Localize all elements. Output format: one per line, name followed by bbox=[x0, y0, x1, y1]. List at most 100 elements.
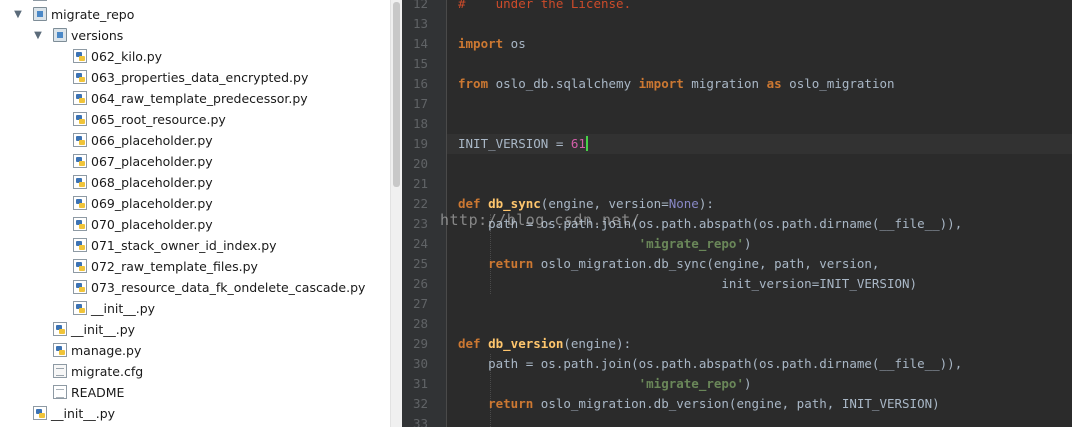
line-number: 29 bbox=[412, 336, 428, 351]
code-line-31[interactable]: 'migrate_repo') bbox=[458, 374, 752, 394]
python-file-icon bbox=[73, 259, 87, 273]
tree-file[interactable]: manage.py bbox=[0, 340, 390, 361]
line-number: 19 bbox=[412, 136, 428, 151]
code-text: ): bbox=[698, 196, 714, 211]
function-name: db_version bbox=[488, 336, 564, 351]
folder-icon bbox=[33, 7, 47, 21]
line-number: 31 bbox=[412, 376, 428, 391]
tree-file[interactable]: 070_placeholder.py bbox=[0, 214, 390, 235]
keyword: from bbox=[458, 76, 489, 91]
keyword: import bbox=[458, 36, 504, 51]
code-line-29[interactable]: def db_version(engine): bbox=[458, 334, 631, 354]
code-line-12[interactable]: # under the License. bbox=[458, 0, 631, 14]
line-number: 30 bbox=[412, 356, 428, 371]
tree-file[interactable]: __init__.py bbox=[0, 403, 390, 424]
code-text: oslo_migration.db_sync(engine, path, ver… bbox=[533, 256, 880, 271]
line-number: 22 bbox=[412, 196, 428, 211]
tree-folder-migrate-repo[interactable]: ▼ migrate_repo bbox=[0, 4, 390, 25]
tree-file[interactable]: 066_placeholder.py bbox=[0, 130, 390, 151]
line-number: 25 bbox=[412, 256, 428, 271]
line-number: 33 bbox=[412, 416, 428, 427]
code-text: init_version=INIT_VERSION) bbox=[458, 276, 918, 291]
keyword: def bbox=[458, 336, 481, 351]
line-number: 18 bbox=[412, 116, 428, 131]
code-text: os bbox=[503, 36, 526, 51]
code-line-16[interactable]: from oslo_db.sqlalchemy import migration… bbox=[458, 74, 895, 94]
keyword: as bbox=[766, 76, 782, 91]
tree-file[interactable]: 071_stack_owner_id_index.py bbox=[0, 235, 390, 256]
tree-file[interactable]: README bbox=[0, 382, 390, 403]
python-file-icon bbox=[33, 0, 47, 1]
scrollbar-thumb[interactable] bbox=[393, 2, 400, 187]
line-number: 23 bbox=[412, 216, 428, 231]
line-number: 24 bbox=[412, 236, 428, 251]
code-text: (engine, version= bbox=[540, 196, 669, 211]
tree-file[interactable]: 069_placeholder.py bbox=[0, 193, 390, 214]
tree-item-label: migrate.cfg bbox=[71, 364, 144, 379]
code-text: oslo_db.sqlalchemy bbox=[488, 76, 639, 91]
code-text: ) bbox=[743, 236, 752, 251]
tree-file[interactable]: __init__.py bbox=[0, 319, 390, 340]
tree-item-label: 073_resource_data_fk_ondelete_cascade.py bbox=[91, 280, 366, 295]
tree-item-label: migrate_repo bbox=[51, 7, 135, 22]
tree-file[interactable]: 062_kilo.py bbox=[0, 46, 390, 67]
tree-file[interactable]: __init__.py bbox=[0, 298, 390, 319]
keyword: return bbox=[488, 256, 534, 271]
tree-folder-versions[interactable]: ▼ versions bbox=[0, 25, 390, 46]
line-number: 15 bbox=[412, 56, 428, 71]
tree-item-label: 066_placeholder.py bbox=[91, 133, 213, 148]
tree-item-label: 069_placeholder.py bbox=[91, 196, 213, 211]
line-number: 12 bbox=[412, 0, 428, 11]
code-line-30[interactable]: path = os.path.join(os.path.abspath(os.p… bbox=[458, 354, 962, 374]
tree-item-label: 070_placeholder.py bbox=[91, 217, 213, 232]
code-line-26[interactable]: init_version=INIT_VERSION) bbox=[458, 274, 917, 294]
chevron-down-icon[interactable]: ▼ bbox=[12, 4, 24, 25]
comment-text: # under the License. bbox=[458, 0, 632, 11]
tree-item-label: 071_stack_owner_id_index.py bbox=[91, 238, 277, 253]
line-number: 21 bbox=[412, 176, 428, 191]
line-number: 32 bbox=[412, 396, 428, 411]
python-file-icon bbox=[73, 91, 87, 105]
line-number: 20 bbox=[412, 156, 428, 171]
tree-file[interactable]: 068_placeholder.py bbox=[0, 172, 390, 193]
code-text: ) bbox=[743, 376, 752, 391]
code-line-32[interactable]: return oslo_migration.db_version(engine,… bbox=[458, 394, 940, 414]
tree-file[interactable]: 067_placeholder.py bbox=[0, 151, 390, 172]
chevron-down-icon[interactable]: ▼ bbox=[32, 25, 44, 46]
code-line-14[interactable]: import os bbox=[458, 34, 526, 54]
code-line-24[interactable]: 'migrate_repo') bbox=[458, 234, 752, 254]
keyword: import bbox=[638, 76, 684, 91]
tree-item-label: 068_placeholder.py bbox=[91, 175, 213, 190]
tree-item-label: __init__.py bbox=[51, 406, 116, 421]
code-text: oslo_migration.db_version(engine, path, … bbox=[533, 396, 940, 411]
tree-file[interactable]: 072_raw_template_files.py bbox=[0, 256, 390, 277]
python-file-icon bbox=[53, 322, 67, 336]
code-text: (engine): bbox=[563, 336, 632, 351]
number-literal: 61 bbox=[570, 136, 586, 151]
code-line-25[interactable]: return oslo_migration.db_sync(engine, pa… bbox=[458, 254, 879, 274]
code-line-19[interactable]: INIT_VERSION = 61 bbox=[458, 134, 588, 154]
python-file-icon bbox=[73, 196, 87, 210]
tree-item-label: 072_raw_template_files.py bbox=[91, 259, 258, 274]
code-text: INIT_VERSION = bbox=[458, 136, 571, 151]
tree-file[interactable]: 065_root_resource.py bbox=[0, 109, 390, 130]
string-literal: 'migrate_repo' bbox=[638, 236, 744, 251]
tree-item-label: __init__.py bbox=[71, 322, 136, 337]
python-file-icon bbox=[33, 406, 47, 420]
code-text: path = os.path.join(os.path.abspath(os.p… bbox=[458, 356, 963, 371]
python-file-icon bbox=[73, 154, 87, 168]
tree-file[interactable]: migrate.cfg bbox=[0, 361, 390, 382]
tree-file[interactable]: 064_raw_template_predecessor.py bbox=[0, 88, 390, 109]
tree-scrollbar[interactable] bbox=[390, 0, 402, 427]
python-file-icon bbox=[53, 343, 67, 357]
config-file-icon bbox=[53, 364, 67, 378]
tree-file[interactable]: 073_resource_data_fk_ondelete_cascade.py bbox=[0, 277, 390, 298]
tree-item-label: manage.py bbox=[71, 343, 142, 358]
keyword: return bbox=[488, 396, 534, 411]
tree-file[interactable]: 063_properties_data_encrypted.py bbox=[0, 67, 390, 88]
tree-item-label: 062_kilo.py bbox=[91, 49, 163, 64]
